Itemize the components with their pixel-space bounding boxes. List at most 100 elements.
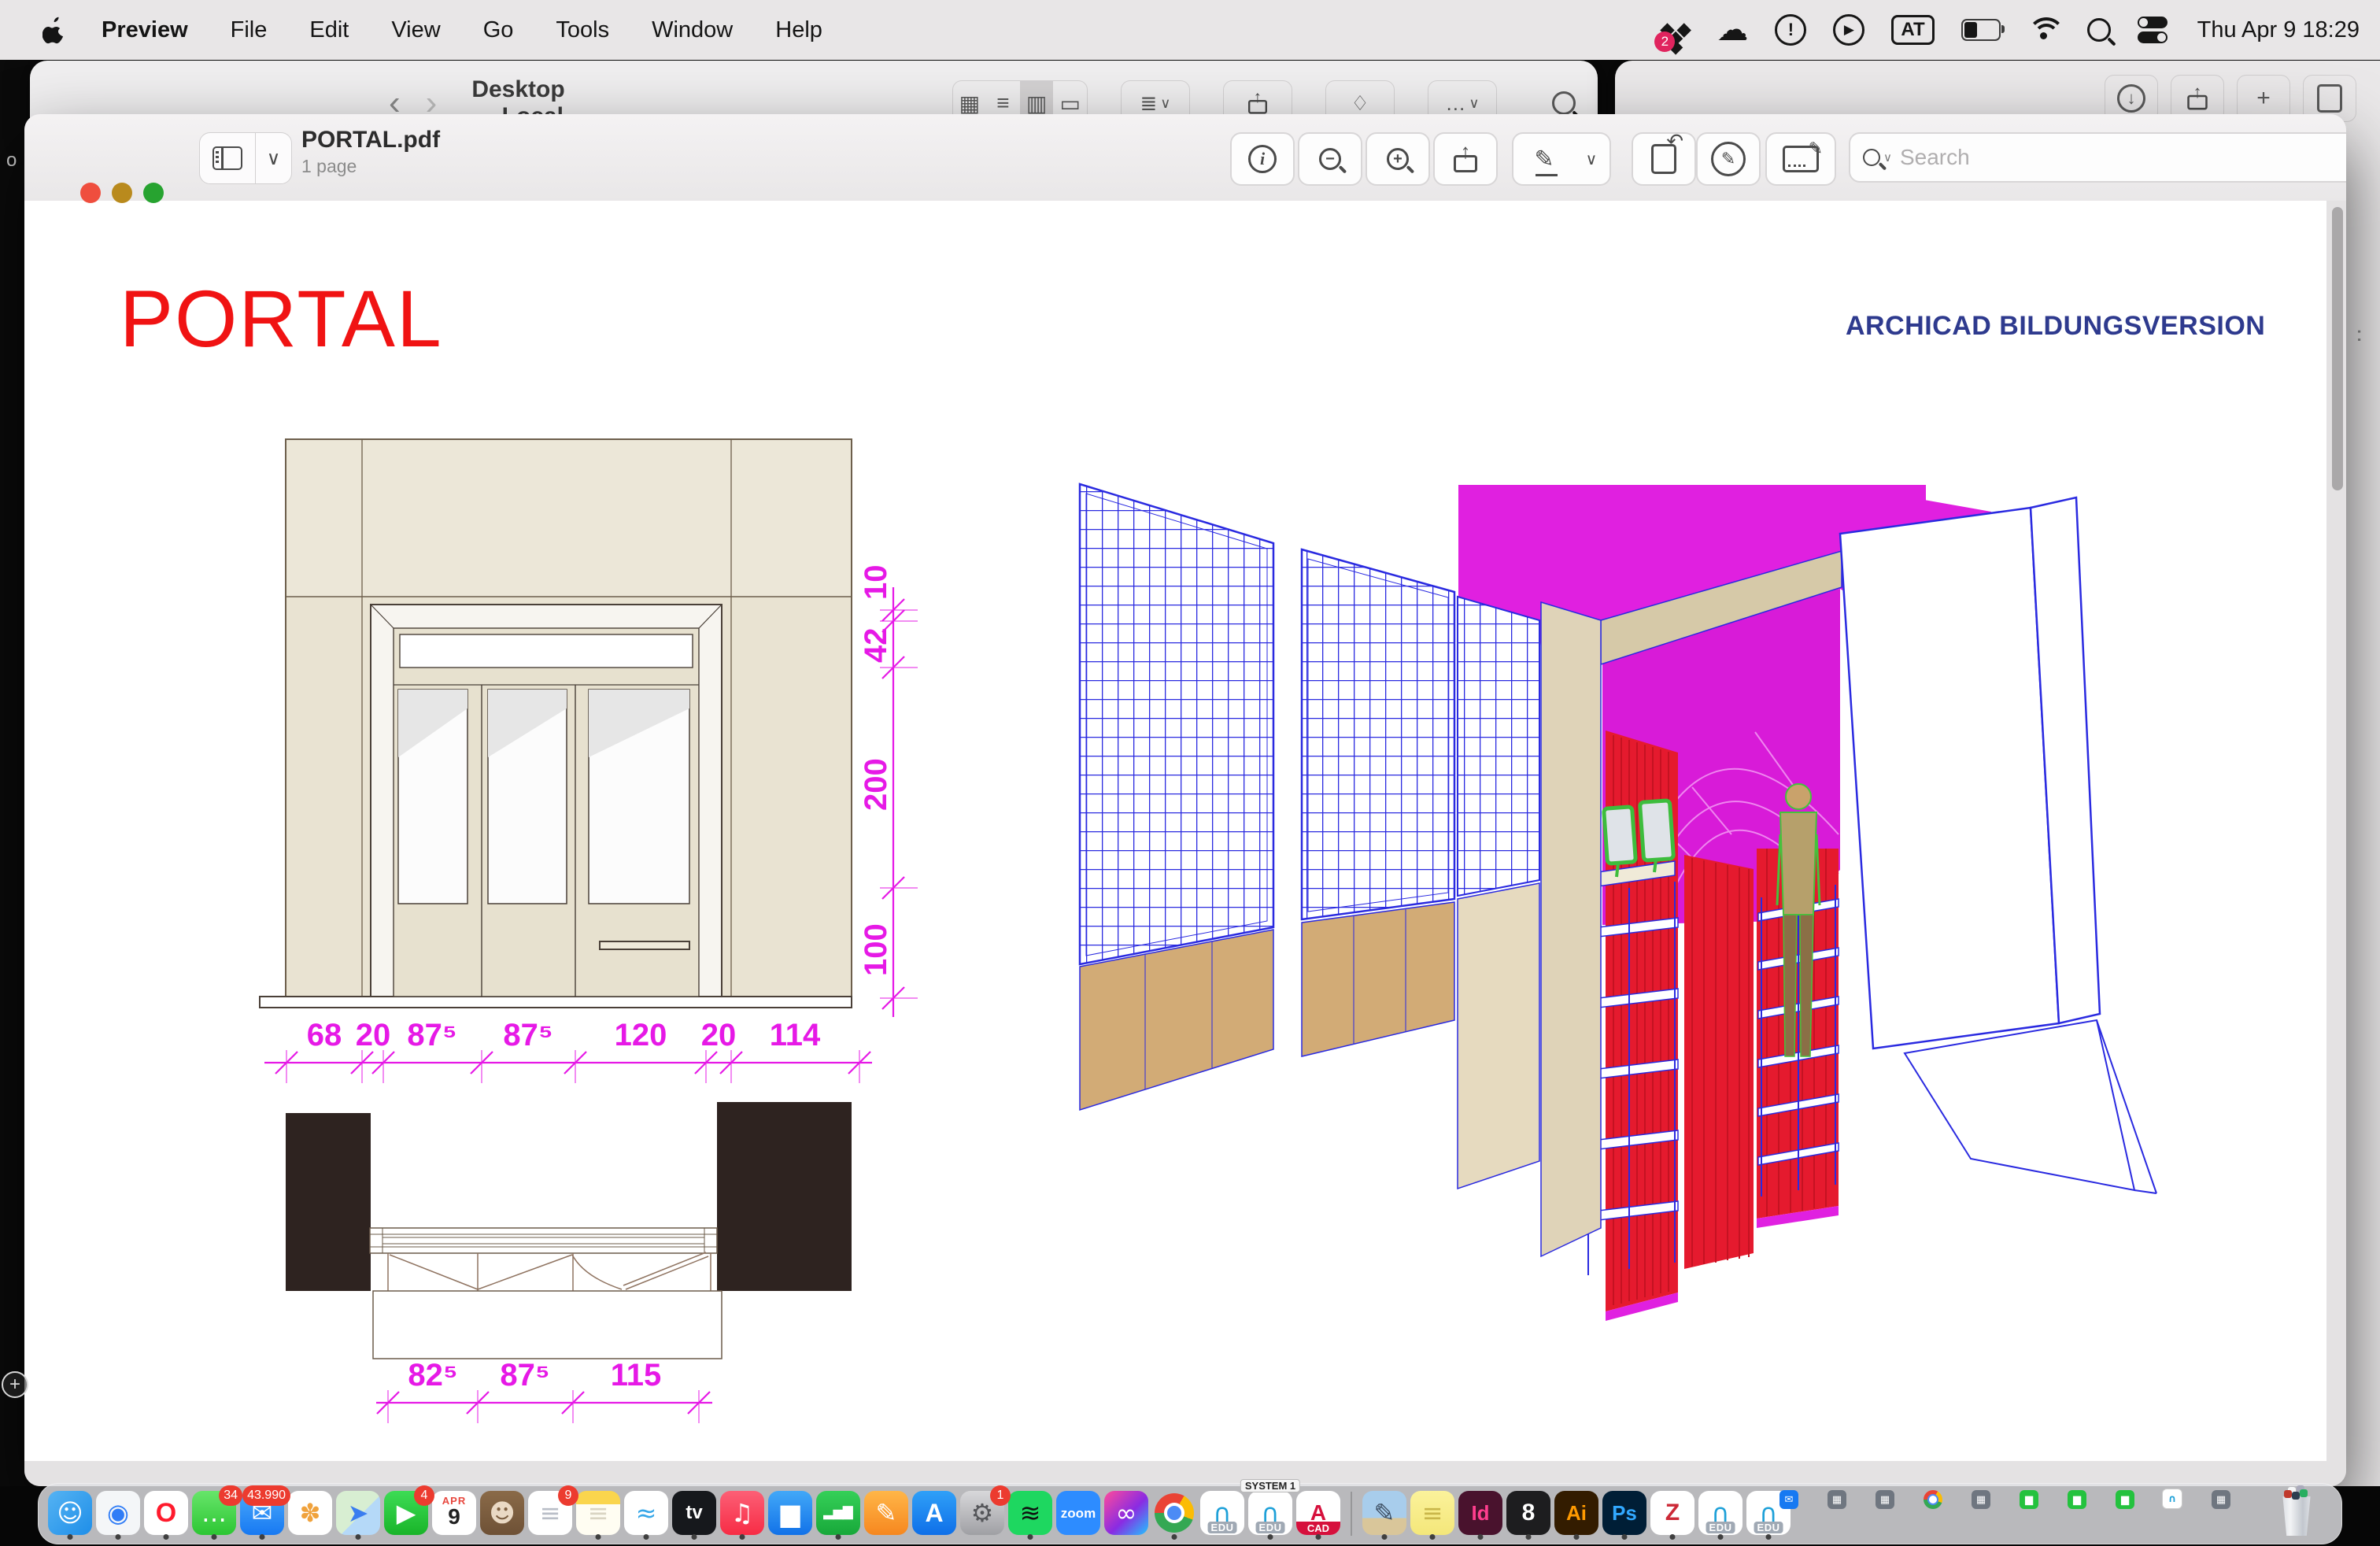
window-thumbnail: ▦ [1890,1492,1892,1507]
highlight-button[interactable]: ✎ [1512,132,1576,186]
illustrator-icon: Ai [1554,1491,1598,1535]
dock-item-indesign[interactable]: Id [1458,1490,1502,1537]
notification-badge: 34 [219,1485,242,1506]
dock-item-contacts[interactable]: ☻ [480,1490,524,1537]
dock-item-system-settings[interactable]: ⚙1 [960,1490,1004,1537]
svg-text:10: 10 [859,565,893,601]
dock-item-calendar[interactable]: APR9 [432,1490,476,1537]
dock-item-mail[interactable]: ✉43.990 [240,1490,284,1537]
menu-bar: PreviewFileEditViewGoToolsWindowHelp 2 ☁… [0,0,2380,60]
time-machine-icon[interactable]: ! [1775,14,1806,46]
running-indicator [356,1534,361,1540]
search-input[interactable] [1898,144,2346,171]
dock-item-app-store[interactable]: A [912,1490,956,1537]
sidebar-toggle-button[interactable]: ∨ [199,132,292,184]
preview-titlebar: ∨ PORTAL.pdf 1 page i − + ✎ ∨ ✎ ∨ [24,114,2346,202]
close-button[interactable] [80,183,101,203]
menu-item-window[interactable]: Window [630,17,754,43]
svg-text:87⁵: 87⁵ [500,1358,549,1393]
dock-item-keynote[interactable]: ▆ [768,1490,812,1537]
dock-item-notes[interactable]: ≡ [576,1490,620,1537]
dev-badge-icon: ▦ [1828,1490,1846,1509]
notification-badge: 1 [990,1485,1011,1506]
running-indicator [116,1534,121,1540]
authy-icon[interactable]: AT [1891,15,1934,45]
dock-item-spotify[interactable]: ≋ [1008,1490,1052,1537]
dock-item-archicad-edu-2[interactable]: ∩EDU [1698,1490,1743,1537]
dock-item-apple-tv[interactable]: tv [672,1490,716,1537]
dock-item-archicad-edu[interactable]: ∩EDU [1200,1490,1244,1537]
battery-icon[interactable] [1961,19,2001,41]
dock-item-reminders[interactable]: ≡9 [528,1490,572,1537]
pdf-page: PORTAL ARCHICAD BILDUNGSVERSION [24,201,2326,1461]
dock-item-facetime[interactable]: ▶4 [384,1490,428,1537]
dock-item-finder[interactable]: ☺ [48,1490,92,1537]
dock-item-safari[interactable]: ◉ [96,1490,140,1537]
dock-item-label: SYSTEM 1 [1240,1479,1300,1492]
wifi-icon[interactable] [2027,17,2060,43]
svg-text:42: 42 [859,628,893,664]
dock-item-zotero[interactable]: Z [1650,1490,1694,1537]
dock-item-maps[interactable]: ➤ [336,1490,380,1537]
search-field[interactable]: ∨ [1849,132,2346,183]
dock-item-illustrator[interactable]: Ai [1554,1490,1598,1537]
fill-sign-button[interactable] [1765,132,1836,186]
dock-item-numbers[interactable]: ▂▅▇ [816,1490,860,1537]
zoom-button[interactable] [143,183,164,203]
dock-item-rhino-8[interactable]: 8 [1506,1490,1550,1537]
dock-item-music[interactable]: ♫ [720,1490,764,1537]
dock-item-pages[interactable]: ✎ [864,1490,908,1537]
zoom-out-icon: − [1319,148,1341,170]
finder-icon: ☺ [48,1491,92,1535]
spotlight-icon[interactable] [2087,18,2111,42]
zoom-in-button[interactable]: + [1366,132,1430,186]
minimize-button[interactable] [112,183,132,203]
apple-tv-icon: tv [672,1491,716,1535]
menu-item-preview[interactable]: Preview [80,17,209,43]
creative-cloud-icon[interactable]: ☁ [1717,13,1748,47]
dock-item-zoom[interactable]: zoom [1056,1490,1100,1537]
play-icon[interactable]: ▶ [1833,14,1864,46]
markup-button[interactable]: ✎ [1696,132,1761,186]
dock-item-autocad[interactable]: ACAD [1296,1490,1340,1537]
dock-item-minimized-doc-4[interactable]: ▦ [2227,1490,2271,1537]
dock-item-messages[interactable]: …34 [192,1490,236,1537]
dock-item-preview-app[interactable]: ✎ [1362,1490,1406,1537]
scrollbar-thumb[interactable] [2332,207,2343,490]
window-thumbnail: ▦ [2227,1492,2228,1507]
desktop-add-icon[interactable]: + [2,1371,28,1398]
dock-item-creative-cloud[interactable]: ∞ [1104,1490,1148,1537]
plan-drawing [286,1102,852,1359]
menu-item-go[interactable]: Go [462,17,535,43]
menu-item-view[interactable]: View [370,17,461,43]
menu-item-tools[interactable]: Tools [534,17,630,43]
apple-icon[interactable] [42,16,66,44]
dock-item-freeform[interactable]: ≈ [624,1490,668,1537]
menu-clock[interactable]: Thu Apr 9 18:29 [2197,17,2360,43]
zoom-out-button[interactable]: − [1298,132,1362,186]
info-button[interactable]: i [1230,132,1295,186]
control-center-icon[interactable] [2138,17,2171,43]
highlight-dropdown[interactable]: ∨ [1573,132,1611,186]
dock-item-trash[interactable] [2275,1490,2319,1537]
dock-item-archicad-system-1[interactable]: ∩EDUSYSTEM 1 [1248,1490,1292,1537]
dock-item-opera[interactable]: O [144,1490,188,1537]
numbers-icon: ▂▅▇ [816,1491,860,1535]
menu-item-edit[interactable]: Edit [288,17,370,43]
safari-icon: ◉ [96,1491,140,1535]
share-button[interactable] [1433,132,1498,186]
notification-badge: 43.990 [242,1485,290,1506]
dock-item-stickies[interactable]: ≡ [1410,1490,1454,1537]
rotate-left-button[interactable] [1632,132,1696,186]
glass-panels [398,690,689,904]
open-door-leaves [1840,497,2156,1193]
dock-item-photoshop[interactable]: Ps [1602,1490,1646,1537]
grid-wall-b [1302,549,1454,1056]
dropbox-icon[interactable]: 2 [1662,13,1690,47]
dock-item-photos[interactable]: ✽ [288,1490,332,1537]
dev-badge-icon: ▦ [1876,1490,1894,1509]
dock-item-chrome[interactable] [1152,1490,1196,1537]
menu-item-file[interactable]: File [209,17,289,43]
creative-cloud-icon: ∞ [1104,1491,1148,1535]
menu-item-help[interactable]: Help [754,17,844,43]
